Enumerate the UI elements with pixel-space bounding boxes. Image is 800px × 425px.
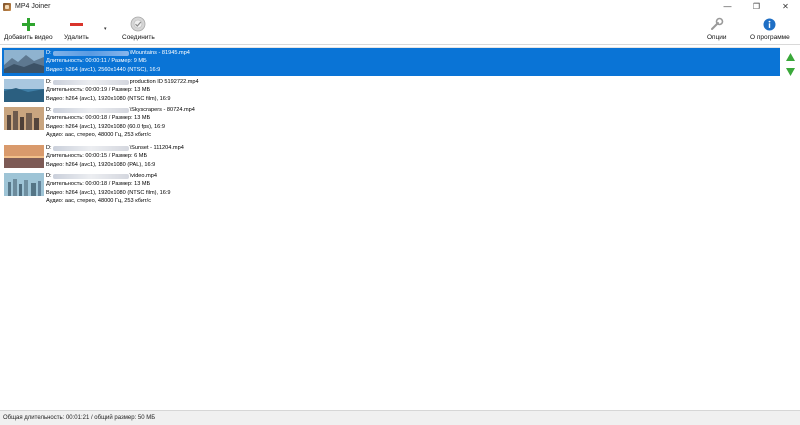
file-info: D: \video.mp4 Длительность: 00:00:18 / Р… (46, 172, 171, 206)
video-thumbnail (4, 145, 44, 168)
file-video-info: Видео: h264 (avc1), 1920x1080 (PAL), 16:… (46, 161, 156, 168)
options-label: Опции (707, 34, 727, 41)
redacted-path (52, 50, 129, 56)
remove-dropdown-arrow[interactable]: ▾ (104, 26, 107, 32)
file-path-drive: D: (46, 107, 52, 113)
arrow-down-icon (786, 67, 795, 76)
minimize-button[interactable]: — (713, 0, 742, 13)
file-path: D: \video.mp4 (46, 172, 171, 180)
file-path-drive: D: (46, 79, 52, 85)
video-thumbnail (4, 79, 44, 102)
file-row[interactable]: D: \video.mp4 Длительность: 00:00:18 / Р… (2, 171, 780, 204)
file-video-info: Видео: h264 (avc1), 1920x1080 (60.0 fps)… (46, 123, 165, 130)
file-info: D: \Mountains - 81945.mp4 Длительность: … (46, 49, 190, 74)
file-duration-size: Длительность: 00:00:11 / Размер: 9 МБ (46, 58, 147, 65)
redacted-path (52, 79, 129, 85)
toolbar: Добавить видео Удалить ▾ Соединить Опции (0, 13, 800, 45)
file-path-name: \Sunset - 111204.mp4 (129, 145, 184, 151)
reorder-controls (783, 47, 798, 87)
file-row[interactable]: D: \Mountains - 81945.mp4 Длительность: … (2, 48, 780, 76)
video-thumbnail (4, 50, 44, 73)
file-path-name: \Mountains - 81945.mp4 (129, 50, 190, 56)
redacted-path (52, 145, 129, 151)
minus-icon (68, 16, 84, 32)
remove-label: Удалить (64, 34, 89, 41)
about-button[interactable]: О программе (750, 16, 790, 41)
add-video-label: Добавить видео (4, 34, 53, 41)
redacted-path (52, 107, 129, 113)
about-label: О программе (750, 34, 790, 41)
wrench-icon (709, 16, 725, 32)
video-thumbnail (4, 173, 44, 196)
file-path: D: \Skyscrapers - 80724.mp4 (46, 106, 195, 114)
file-video-info: Видео: h264 (avc1), 2560x1440 (NTSC), 16… (46, 66, 161, 73)
file-row[interactable]: D: \Skyscrapers - 80724.mp4 Длительность… (2, 105, 780, 138)
file-info: D: production ID 5192722.mp4 Длительност… (46, 78, 199, 103)
file-path-name: production ID 5192722.mp4 (129, 79, 199, 85)
file-audio-info: Аудио: aac, стерео, 48000 Гц, 253 кбит/с (46, 132, 152, 139)
window-controls: — ❐ ✕ (713, 0, 800, 13)
file-info: D: \Skyscrapers - 80724.mp4 Длительность… (46, 106, 195, 140)
move-up-button[interactable] (785, 51, 796, 62)
info-icon (762, 16, 778, 32)
plus-icon (20, 16, 36, 32)
file-duration-size: Длительность: 00:00:19 / Размер: 13 МБ (46, 87, 151, 94)
file-path-name: \Skyscrapers - 80724.mp4 (129, 107, 195, 113)
app-icon (3, 2, 11, 11)
move-down-button[interactable] (785, 66, 796, 77)
options-button[interactable]: Опции (707, 16, 727, 41)
file-path: D: production ID 5192722.mp4 (46, 78, 199, 86)
join-button[interactable]: Соединить (122, 16, 155, 41)
status-text: Общая длительность: 00:01:21 / общий раз… (3, 415, 156, 421)
add-video-button[interactable]: Добавить видео (4, 16, 53, 41)
file-row[interactable]: D: \Sunset - 111204.mp4 Длительность: 00… (2, 143, 780, 171)
file-audio-info: Аудио: aac, стерео, 48000 Гц, 253 кбит/с (46, 198, 152, 205)
file-path-name: \video.mp4 (129, 173, 157, 179)
video-thumbnail (4, 107, 44, 130)
file-row[interactable]: D: production ID 5192722.mp4 Длительност… (2, 77, 780, 105)
file-duration-size: Длительность: 00:00:18 / Размер: 13 МБ (46, 115, 151, 122)
arrow-up-icon (786, 52, 795, 61)
file-video-info: Видео: h264 (avc1), 1920x1080 (NTSC film… (46, 189, 171, 196)
file-list[interactable]: D: \Mountains - 81945.mp4 Длительность: … (2, 47, 780, 410)
redacted-path (52, 173, 129, 179)
file-duration-size: Длительность: 00:00:15 / Размер: 6 МБ (46, 153, 148, 160)
close-button[interactable]: ✕ (771, 0, 800, 13)
file-video-info: Видео: h264 (avc1), 1920x1080 (NTSC film… (46, 95, 171, 102)
remove-button[interactable]: Удалить (64, 16, 89, 41)
gear-join-icon (130, 16, 146, 32)
title-bar: MP4 Joiner — ❐ ✕ (0, 0, 800, 13)
file-path-drive: D: (46, 50, 52, 56)
maximize-button[interactable]: ❐ (742, 0, 771, 13)
file-path-drive: D: (46, 173, 52, 179)
file-path: D: \Mountains - 81945.mp4 (46, 49, 190, 57)
file-path: D: \Sunset - 111204.mp4 (46, 144, 184, 152)
window-title: MP4 Joiner (15, 3, 51, 10)
status-bar: Общая длительность: 00:01:21 / общий раз… (0, 410, 800, 425)
file-duration-size: Длительность: 00:00:18 / Размер: 13 МБ (46, 181, 151, 188)
file-path-drive: D: (46, 145, 52, 151)
join-label: Соединить (122, 34, 155, 41)
file-info: D: \Sunset - 111204.mp4 Длительность: 00… (46, 144, 184, 169)
